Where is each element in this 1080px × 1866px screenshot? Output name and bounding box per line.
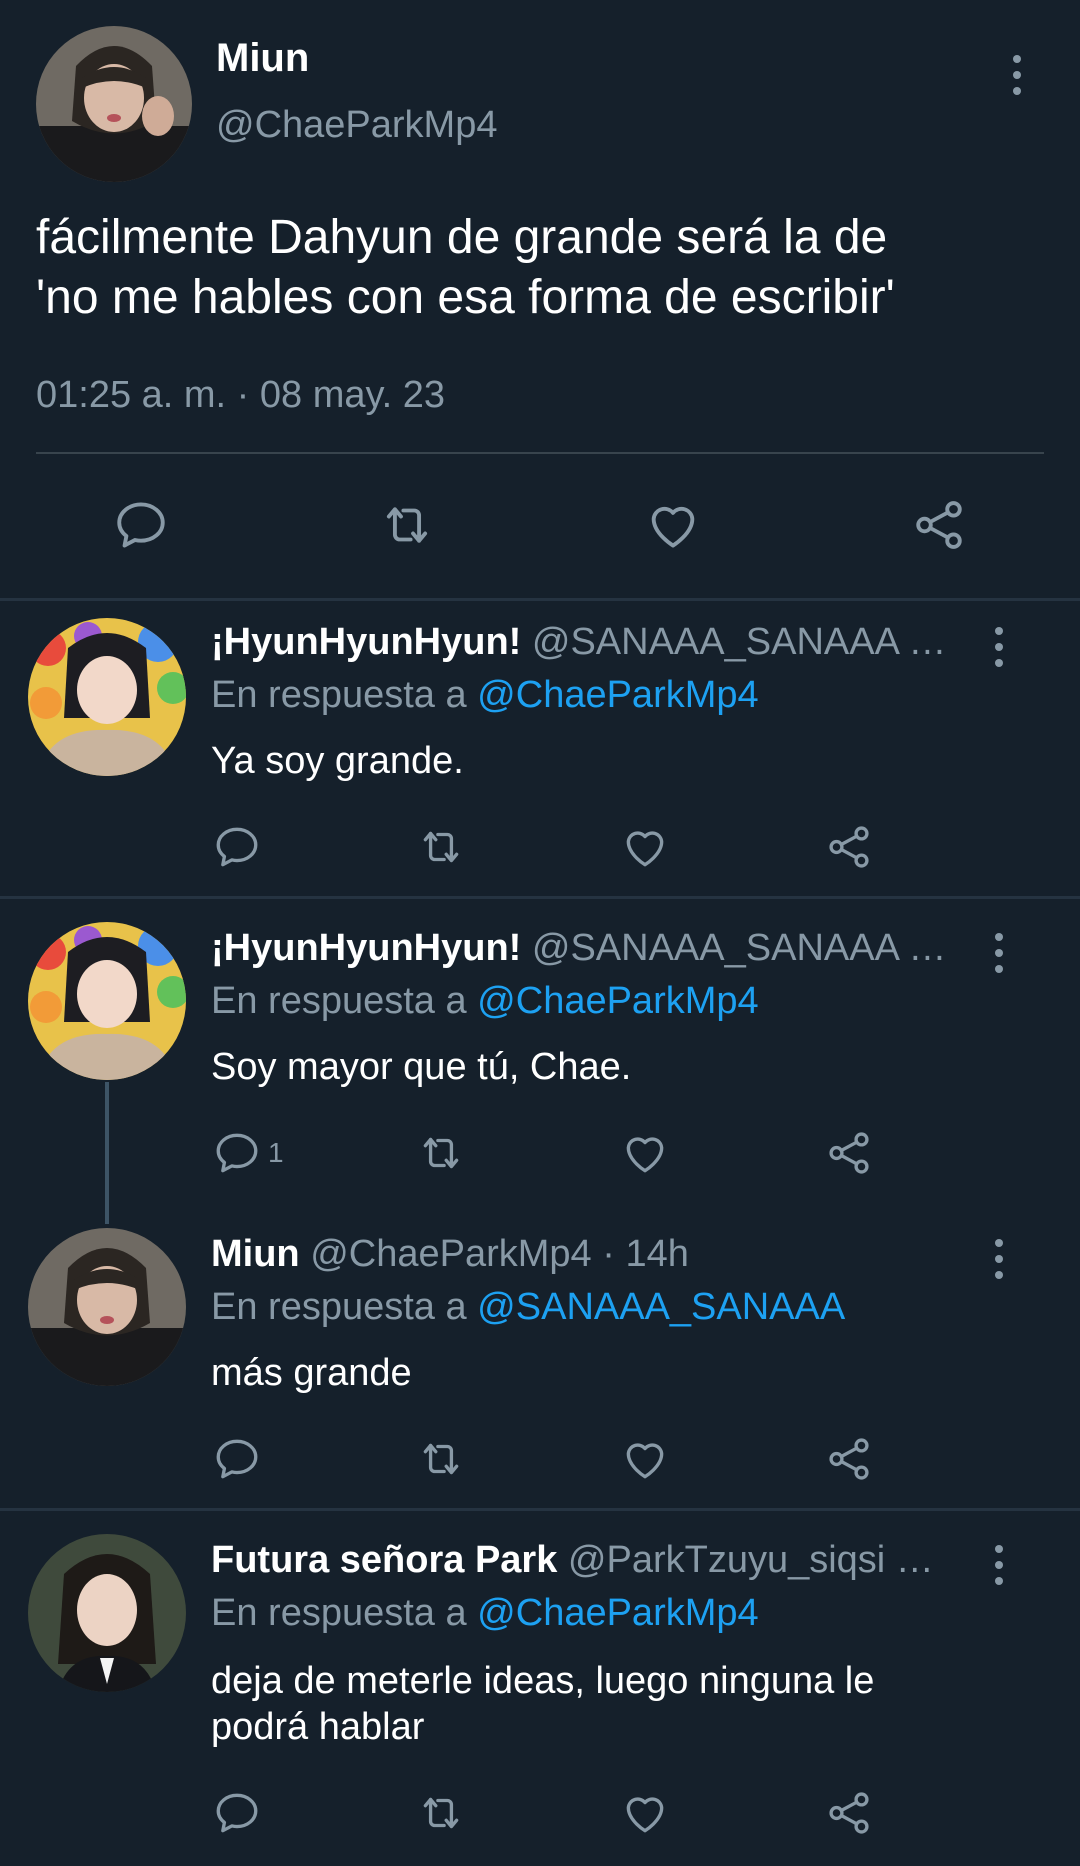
mention-link[interactable]: @SANAAA_SANAAA bbox=[477, 1286, 845, 1328]
heart-icon bbox=[620, 1788, 670, 1838]
avatar[interactable] bbox=[28, 1534, 186, 1692]
more-options-icon[interactable] bbox=[994, 627, 1004, 667]
reply-button[interactable] bbox=[212, 822, 262, 872]
retweet-icon bbox=[416, 822, 466, 872]
retweet-icon bbox=[378, 496, 436, 554]
retweet-icon bbox=[416, 1434, 466, 1484]
like-button[interactable] bbox=[620, 1788, 670, 1838]
speech-bubble-icon bbox=[212, 822, 262, 872]
reply-button[interactable] bbox=[212, 1434, 262, 1484]
speech-bubble-icon bbox=[212, 1788, 262, 1838]
reply-count: 1 bbox=[268, 1137, 284, 1168]
share-button[interactable] bbox=[910, 496, 968, 554]
mention-link[interactable]: @ChaeParkMp4 bbox=[477, 1592, 758, 1634]
retweet-button[interactable] bbox=[416, 1128, 466, 1178]
share-button[interactable] bbox=[824, 1434, 874, 1484]
mention-link[interactable]: @ChaeParkMp4 bbox=[477, 674, 758, 716]
divider bbox=[36, 452, 1044, 454]
reply-text: deja de meterle ideas, luego ninguna le … bbox=[211, 1658, 874, 1750]
retweet-button[interactable] bbox=[416, 1434, 466, 1484]
reply-header: Futura señora Park @ParkTzuyu_siqsi … bbox=[211, 1539, 934, 1582]
retweet-button[interactable] bbox=[416, 822, 466, 872]
like-button[interactable] bbox=[620, 822, 670, 872]
reply-context: En respuesta a @ChaeParkMp4 bbox=[211, 980, 759, 1023]
like-button[interactable] bbox=[620, 1128, 670, 1178]
author-name[interactable]: ¡HyunHyunHyun! bbox=[211, 927, 521, 969]
reply-prefix: En respuesta a bbox=[211, 980, 467, 1022]
reply-context: En respuesta a @ChaeParkMp4 bbox=[211, 1592, 759, 1635]
like-button[interactable] bbox=[644, 496, 702, 554]
tweet-timestamp[interactable]: 01:25 a. m. · 08 may. 23 bbox=[36, 374, 445, 417]
share-icon bbox=[910, 496, 968, 554]
avatar[interactable] bbox=[28, 618, 186, 776]
like-button[interactable] bbox=[620, 1434, 670, 1484]
mention-link[interactable]: @ChaeParkMp4 bbox=[477, 980, 758, 1022]
author-handle[interactable]: @SANAAA_SANAAA … bbox=[532, 927, 947, 969]
share-button[interactable] bbox=[824, 822, 874, 872]
share-icon bbox=[824, 1788, 874, 1838]
reply-prefix: En respuesta a bbox=[211, 674, 467, 716]
reply-prefix: En respuesta a bbox=[211, 1592, 467, 1634]
section-divider bbox=[0, 896, 1080, 899]
author-handle[interactable]: @ParkTzuyu_siqsi … bbox=[568, 1539, 934, 1581]
reply-button[interactable]: 1 bbox=[212, 1128, 284, 1178]
reply-context: En respuesta a @SANAAA_SANAAA bbox=[211, 1286, 845, 1329]
thread-connector bbox=[105, 1082, 109, 1224]
reply-context: En respuesta a @ChaeParkMp4 bbox=[211, 674, 759, 717]
share-button[interactable] bbox=[824, 1788, 874, 1838]
speech-bubble-icon bbox=[112, 496, 170, 554]
section-divider bbox=[0, 1508, 1080, 1511]
retweet-icon bbox=[416, 1788, 466, 1838]
avatar[interactable] bbox=[28, 1228, 186, 1386]
reply-button[interactable] bbox=[112, 496, 170, 554]
speech-bubble-icon bbox=[212, 1128, 262, 1178]
tweet-text-line: 'no me hables con esa forma de escribir' bbox=[36, 271, 895, 324]
more-options-icon[interactable] bbox=[1012, 55, 1022, 95]
retweet-icon bbox=[416, 1128, 466, 1178]
author-handle[interactable]: @ChaeParkMp4 bbox=[216, 104, 497, 147]
retweet-button[interactable] bbox=[378, 496, 436, 554]
author-name[interactable]: ¡HyunHyunHyun! bbox=[211, 621, 521, 663]
author-name[interactable]: Miun bbox=[211, 1233, 300, 1275]
share-icon bbox=[824, 1434, 874, 1484]
reply-text: más grande bbox=[211, 1352, 412, 1394]
author-handle[interactable]: @ChaeParkMp4 · 14h bbox=[310, 1233, 689, 1275]
share-button[interactable] bbox=[824, 1128, 874, 1178]
reply-text: Ya soy grande. bbox=[211, 740, 464, 782]
share-icon bbox=[824, 822, 874, 872]
heart-icon bbox=[620, 822, 670, 872]
author-handle[interactable]: @SANAAA_SANAAA … bbox=[532, 621, 947, 663]
reply-text-line: podrá hablar bbox=[211, 1706, 425, 1748]
reply-button[interactable] bbox=[212, 1788, 262, 1838]
avatar[interactable] bbox=[28, 922, 186, 1080]
author-name[interactable]: Miun bbox=[216, 36, 309, 81]
heart-icon bbox=[620, 1434, 670, 1484]
tweet-text-line: fácilmente Dahyun de grande será la de bbox=[36, 211, 888, 264]
section-divider bbox=[0, 598, 1080, 601]
retweet-button[interactable] bbox=[416, 1788, 466, 1838]
avatar[interactable] bbox=[36, 26, 192, 182]
more-options-icon[interactable] bbox=[994, 1239, 1004, 1279]
reply-prefix: En respuesta a bbox=[211, 1286, 467, 1328]
tweet-text: fácilmente Dahyun de grande será la de '… bbox=[36, 208, 895, 328]
reply-header: ¡HyunHyunHyun! @SANAAA_SANAAA … bbox=[211, 621, 946, 664]
heart-icon bbox=[620, 1128, 670, 1178]
reply-text-line: deja de meterle ideas, luego ninguna le bbox=[211, 1660, 875, 1702]
reply-text: Soy mayor que tú, Chae. bbox=[211, 1046, 632, 1088]
share-icon bbox=[824, 1128, 874, 1178]
author-name[interactable]: Futura señora Park bbox=[211, 1539, 557, 1581]
speech-bubble-icon bbox=[212, 1434, 262, 1484]
reply-header: ¡HyunHyunHyun! @SANAAA_SANAAA … bbox=[211, 927, 946, 970]
more-options-icon[interactable] bbox=[994, 1545, 1004, 1585]
more-options-icon[interactable] bbox=[994, 933, 1004, 973]
heart-icon bbox=[644, 496, 702, 554]
reply-header: Miun @ChaeParkMp4 · 14h bbox=[211, 1233, 689, 1276]
